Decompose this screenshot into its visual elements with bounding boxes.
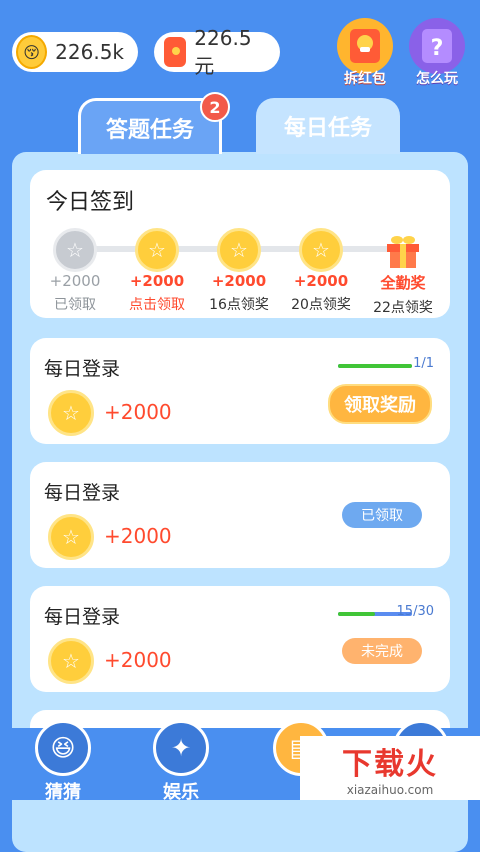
coin-balance-value: 226.5k: [55, 40, 124, 64]
checkin-day: ☆ +2000 16点领奖: [196, 228, 282, 314]
watermark-domain: xiazaihuo.com: [346, 783, 434, 797]
task-reward: +2000: [104, 400, 172, 424]
star-coin-icon: ☆: [48, 638, 94, 684]
task-reward: +2000: [104, 648, 172, 672]
star-coin-icon: ☆: [48, 390, 94, 436]
checkin-amount: +2000: [293, 272, 349, 290]
red-envelope-icon: [164, 37, 187, 67]
checkin-day: 全勤奖 22点领奖: [360, 228, 446, 317]
star-coin-icon: ☆: [135, 228, 179, 272]
tab-daily-tasks[interactable]: 每日任务: [256, 98, 400, 154]
checkin-day: ☆ +2000 已领取: [32, 228, 118, 314]
star-coin-icon: ☆: [217, 228, 261, 272]
top-bar: 😚 226.5k 226.5元 拆红包 ? 怎么玩: [0, 0, 480, 100]
stars-icon: ✦: [153, 720, 209, 776]
checkin-status: 已领取: [54, 297, 96, 313]
how-to-play-button[interactable]: ? 怎么玩: [406, 18, 468, 88]
task-reward: +2000: [104, 524, 172, 548]
nav-item-entertainment[interactable]: ✦ 娱乐: [146, 720, 216, 804]
notification-badge: 2: [200, 92, 230, 122]
gift-icon: [381, 228, 425, 272]
red-packet-icon: [337, 18, 393, 74]
cash-balance-value: 226.5元: [194, 25, 252, 78]
checkin-amount: +2000: [211, 272, 267, 290]
coin-face-icon: 😚: [16, 35, 48, 69]
checkin-amount: 全勤奖: [380, 274, 426, 292]
checkin-title: 今日签到: [46, 190, 135, 215]
how-to-play-label: 怎么玩: [416, 71, 458, 87]
star-coin-icon: ☆: [48, 514, 94, 560]
checkin-status: 16点领奖: [209, 297, 269, 313]
progress-text: 15/30: [396, 604, 434, 619]
red-packet-button[interactable]: 拆红包: [334, 18, 396, 88]
task-tabs: 答题任务 2 每日任务: [78, 92, 408, 154]
question-icon: ?: [409, 18, 465, 74]
nav-label: 猜猜: [45, 782, 81, 803]
star-coin-icon: ☆: [53, 228, 97, 272]
checkin-card: 今日签到 ☆ +2000 已领取 ☆ +2000 点击领取 ☆ +2000 16…: [30, 170, 450, 318]
laughing-face-icon: 😆: [35, 720, 91, 776]
progress-bar: [338, 364, 412, 368]
task-card: 每日登录 1/1 ☆ +2000 领取奖励: [30, 338, 450, 444]
red-packet-label: 拆红包: [344, 71, 386, 87]
star-coin-icon: ☆: [299, 228, 343, 272]
nav-item-guess[interactable]: 😆 猜猜: [28, 720, 98, 804]
progress-text: 1/1: [413, 356, 434, 371]
task-card: 每日登录 15/30 ☆ +2000 未完成: [30, 586, 450, 692]
checkin-amount: +2000: [49, 272, 101, 290]
checkin-amount: +2000: [129, 272, 185, 290]
task-card: 每日登录 ☆ +2000 已领取: [30, 462, 450, 568]
tab-label: 每日任务: [283, 116, 372, 141]
svg-text:?: ?: [431, 36, 444, 61]
checkin-day[interactable]: ☆ +2000 点击领取: [114, 228, 200, 314]
task-name: 每日登录: [44, 482, 121, 504]
checkin-day: ☆ +2000 20点领奖: [278, 228, 364, 314]
checkin-status: 20点领奖: [291, 297, 351, 313]
task-name: 每日登录: [44, 606, 121, 628]
claimed-status-button[interactable]: 已领取: [342, 502, 422, 528]
incomplete-status-button[interactable]: 未完成: [342, 638, 422, 664]
nav-label: 娱乐: [163, 782, 199, 803]
coin-balance[interactable]: 😚 226.5k: [12, 32, 138, 72]
cash-balance[interactable]: 226.5元: [154, 26, 280, 78]
checkin-status: 点击领取: [129, 297, 185, 313]
claim-reward-button[interactable]: 领取奖励: [328, 384, 432, 424]
checkin-status: 22点领奖: [373, 300, 433, 316]
watermark-logo: 下载火 xiazaihuo.com: [300, 736, 480, 800]
task-name: 每日登录: [44, 358, 121, 380]
watermark-brand: 下载火: [342, 747, 438, 782]
tab-label: 答题任务: [105, 117, 194, 143]
